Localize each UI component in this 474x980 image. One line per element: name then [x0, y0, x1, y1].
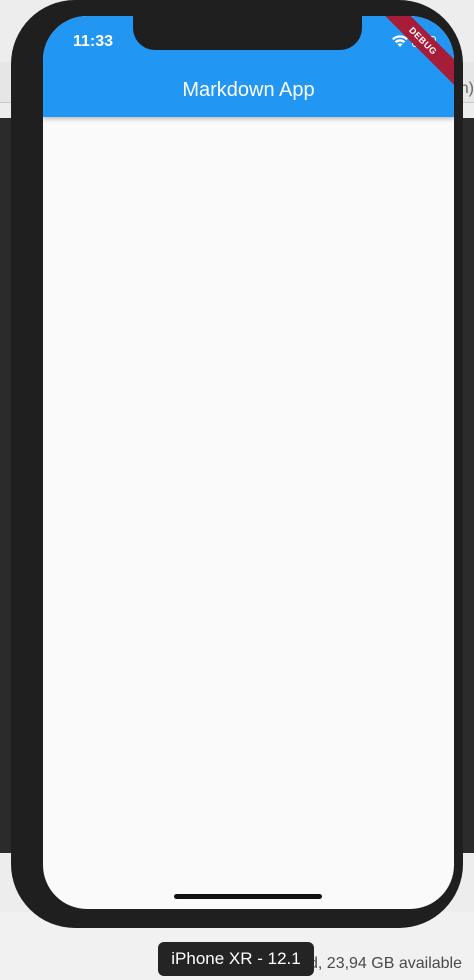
device-notch — [133, 16, 362, 50]
home-indicator — [174, 894, 322, 899]
app-screen: 11:33 Markdown App DEBUG — [43, 16, 454, 909]
simulator-device-label: iPhone XR - 12.1 — [158, 942, 314, 976]
app-bar-title: Markdown App — [182, 79, 315, 101]
storage-status: d, 23,94 GB available — [309, 955, 462, 972]
status-time: 11:33 — [73, 33, 114, 50]
iphone-device-frame: 11:33 Markdown App DEBUG — [11, 0, 463, 928]
